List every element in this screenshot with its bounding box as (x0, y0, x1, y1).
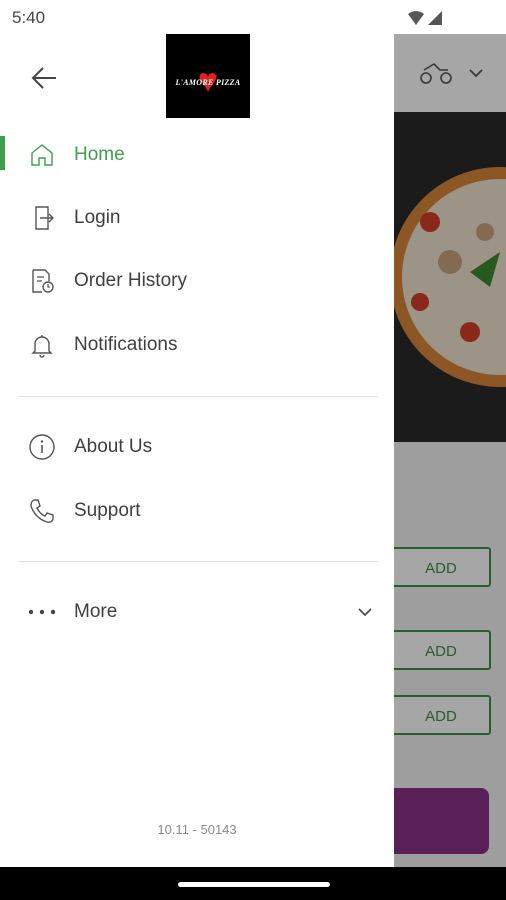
status-bar: 5:40 (0, 0, 506, 34)
menu-item-label: Support (74, 500, 141, 521)
status-icons (406, 9, 446, 32)
menu-item-label: Login (74, 207, 121, 228)
home-icon (28, 141, 56, 169)
menu-item-login[interactable]: Login (0, 190, 394, 246)
menu-item-support[interactable]: Support (0, 483, 394, 539)
home-gesture-pill[interactable] (178, 882, 330, 887)
more-dots-icon (28, 598, 56, 626)
arrow-left-icon (31, 67, 56, 89)
brand-logo: ♥ L'AMORE PIZZA (166, 34, 250, 118)
signal-icon (428, 11, 442, 25)
order-history-icon (28, 267, 56, 295)
bell-icon (28, 331, 56, 359)
menu-item-label: Home (74, 144, 125, 165)
system-navigation-bar (0, 867, 506, 900)
back-button[interactable] (28, 62, 60, 94)
menu-item-notifications[interactable]: Notifications (0, 317, 394, 373)
status-time: 5:40 (12, 8, 46, 27)
chevron-down-icon (358, 608, 372, 617)
menu-item-about-us[interactable]: About Us (0, 419, 394, 475)
menu-divider (18, 396, 378, 397)
menu-item-home[interactable]: Home (0, 127, 394, 183)
info-icon (28, 433, 56, 461)
login-icon (28, 204, 56, 232)
menu-item-order-history[interactable]: Order History (0, 253, 394, 309)
app-version: 10.11 - 50143 (157, 822, 237, 837)
logo-text: L'AMORE PIZZA (175, 77, 241, 87)
wifi-icon (408, 11, 424, 25)
menu-item-label: More (74, 601, 118, 622)
menu-item-label: About Us (74, 436, 153, 457)
menu-item-label: Order History (74, 270, 187, 291)
navigation-drawer: ♥ L'AMORE PIZZA Home Login Order History… (0, 34, 394, 867)
phone-icon (28, 497, 56, 525)
menu-divider (18, 561, 378, 562)
menu-item-more[interactable]: More (0, 584, 394, 640)
menu-item-label: Notifications (74, 334, 178, 355)
